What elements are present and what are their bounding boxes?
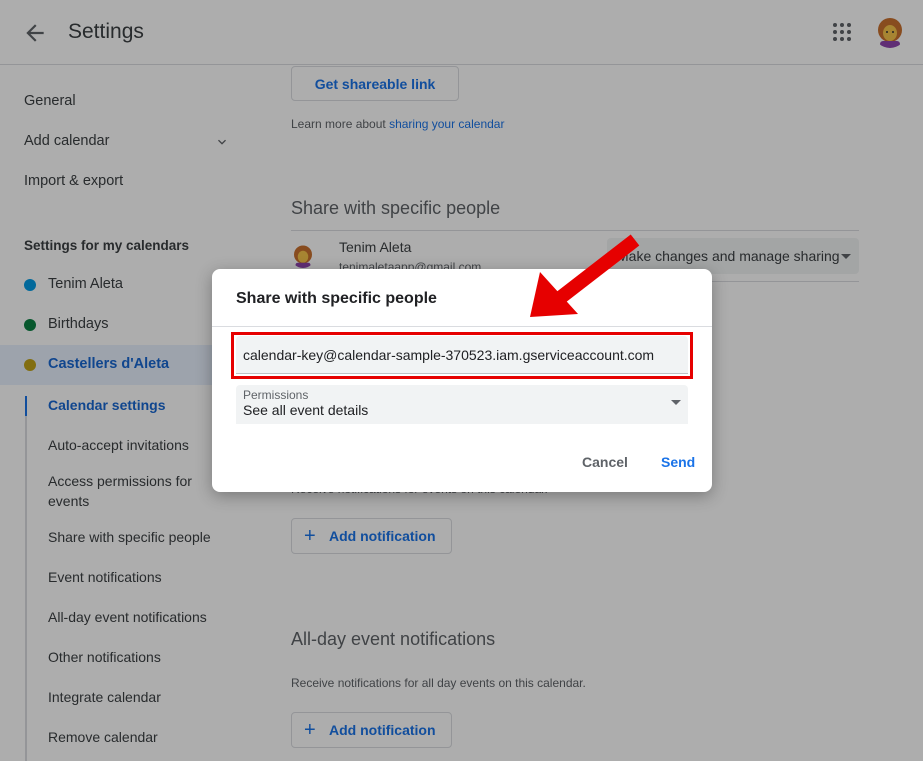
cancel-button[interactable]: Cancel — [582, 454, 628, 470]
permissions-label: Permissions — [243, 388, 309, 402]
annotation-highlight-box — [231, 332, 693, 379]
dialog-title: Share with specific people — [236, 290, 437, 307]
caret-down-icon — [671, 400, 681, 405]
permissions-dropdown[interactable]: Permissions See all event details — [236, 385, 688, 424]
permissions-value: See all event details — [243, 402, 369, 418]
annotation-arrow-icon — [530, 234, 640, 317]
send-button[interactable]: Send — [661, 454, 695, 470]
